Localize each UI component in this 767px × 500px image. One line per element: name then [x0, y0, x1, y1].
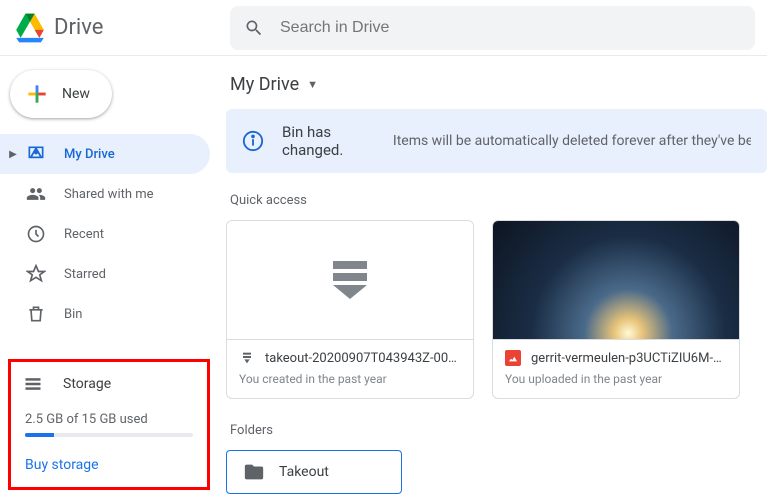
sidebar-item-my-drive[interactable]: ▶ My Drive [0, 134, 210, 174]
trash-icon [24, 302, 48, 326]
quick-access-card[interactable]: takeout-20200907T043943Z-001.zip You cre… [226, 220, 474, 399]
sidebar-item-storage[interactable]: Storage [21, 374, 197, 394]
sidebar-item-bin[interactable]: Bin [0, 294, 210, 334]
storage-progress [25, 433, 193, 437]
banner-title: Bin has changed. [282, 123, 387, 159]
my-drive-icon [24, 142, 48, 166]
star-icon [24, 262, 48, 286]
app-name: Drive [54, 15, 103, 40]
folder-icon [243, 461, 265, 483]
sidebar-item-label: Starred [64, 267, 106, 282]
folder-name: Takeout [279, 464, 329, 480]
image-icon [505, 350, 521, 366]
sidebar-item-recent[interactable]: Recent [0, 214, 210, 254]
search-input[interactable] [280, 19, 741, 37]
sidebar-item-shared[interactable]: Shared with me [0, 174, 210, 214]
storage-label: Storage [63, 376, 111, 392]
chevron-right-icon: ▶ [8, 149, 18, 160]
quick-access-cards: takeout-20200907T043943Z-001.zip You cre… [226, 220, 767, 399]
sidebar-item-label: My Drive [64, 147, 115, 162]
main-content: My Drive ▼ Bin has changed. Items will b… [218, 56, 767, 500]
new-button[interactable]: New [10, 70, 112, 118]
folder-item[interactable]: Takeout [226, 450, 402, 494]
clock-icon [24, 222, 48, 246]
archive-icon [239, 350, 255, 366]
card-filename: takeout-20200907T043943Z-001.zip [265, 351, 461, 366]
storage-progress-fill [25, 433, 54, 437]
chevron-down-icon: ▼ [307, 78, 318, 91]
logo-area[interactable]: Drive [12, 12, 230, 44]
drive-logo-icon [14, 12, 46, 44]
sidebar: New ▶ My Drive Shared with me Recent [0, 56, 218, 500]
quick-access-heading: Quick access [230, 193, 767, 208]
search-bar[interactable] [230, 6, 755, 50]
storage-panel: Storage 2.5 GB of 15 GB used Buy storage [8, 359, 210, 490]
storage-usage-text: 2.5 GB of 15 GB used [25, 412, 195, 427]
banner-subtitle: Items will be automatically deleted fore… [393, 133, 751, 149]
plus-icon [24, 81, 50, 107]
breadcrumb[interactable]: My Drive ▼ [226, 68, 767, 109]
card-preview-image [493, 221, 739, 339]
search-icon [244, 18, 264, 38]
buy-storage-link[interactable]: Buy storage [25, 457, 197, 473]
quick-access-card[interactable]: gerrit-vermeulen-p3UCTiZIU6M-uns... You … [492, 220, 740, 399]
sidebar-item-label: Shared with me [64, 187, 154, 202]
breadcrumb-label: My Drive [230, 74, 299, 95]
people-icon [24, 182, 48, 206]
download-arrow-icon [333, 261, 367, 299]
sidebar-item-label: Bin [64, 307, 82, 322]
sidebar-item-label: Recent [64, 227, 104, 242]
card-filename: gerrit-vermeulen-p3UCTiZIU6M-uns... [531, 351, 727, 366]
new-button-label: New [62, 86, 90, 102]
folders-heading: Folders [230, 423, 767, 438]
header: Drive [0, 0, 767, 56]
card-subtitle: You uploaded in the past year [505, 372, 727, 386]
card-preview [227, 221, 473, 339]
info-banner: Bin has changed. Items will be automatic… [226, 109, 767, 173]
info-icon [242, 130, 264, 152]
storage-icon [21, 374, 45, 394]
card-subtitle: You created in the past year [239, 372, 461, 386]
sidebar-item-starred[interactable]: Starred [0, 254, 210, 294]
